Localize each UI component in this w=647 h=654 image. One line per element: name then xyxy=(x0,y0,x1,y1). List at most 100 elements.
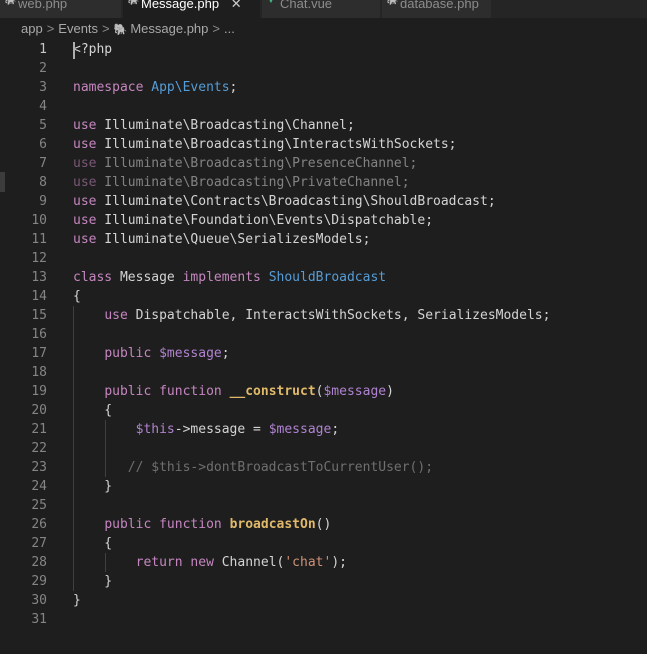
code-line[interactable]: 2 xyxy=(0,59,647,78)
code-line[interactable]: 14 { xyxy=(0,287,647,306)
code-line[interactable]: 30} xyxy=(0,591,647,610)
code-token: ; xyxy=(331,422,340,437)
line-number: 31 xyxy=(31,612,47,627)
tab-web-php[interactable]: 🐘 web.php xyxy=(0,0,122,18)
tab-bar: 🐘 web.php 🐘 Message.php ✕ ▼ Chat.vue 🐘 d… xyxy=(0,0,647,18)
line-number: 13 xyxy=(31,270,47,285)
php-elephant-icon: 🐘 xyxy=(113,24,128,36)
code-token: $message xyxy=(323,384,387,399)
code-token: message xyxy=(190,422,246,437)
line-number: 28 xyxy=(31,555,47,570)
code-line[interactable]: 8 use Illuminate\Broadcasting\PrivateChan… xyxy=(0,173,647,192)
line-number: 16 xyxy=(31,327,47,342)
code-token: new xyxy=(190,555,214,570)
breadcrumb-item-events[interactable]: Events xyxy=(58,18,98,40)
code-text: } xyxy=(73,572,112,591)
code-line[interactable]: 29 } xyxy=(0,572,647,591)
code-token: ); xyxy=(331,555,347,570)
tab-chat-vue[interactable]: ▼ Chat.vue xyxy=(262,0,381,18)
line-number: 18 xyxy=(31,365,47,380)
code-line[interactable]: 22 xyxy=(0,439,647,458)
code-line[interactable]: 4 xyxy=(0,97,647,116)
code-text: return new Channel('chat'); xyxy=(73,553,347,572)
code-token: use xyxy=(73,213,97,228)
code-text: // $this->dontBroadcastToCurrentUser(); xyxy=(73,458,433,477)
line-number: 4 xyxy=(39,99,47,114)
code-line[interactable]: 10 use Illuminate\Foundation\Events\Dispa… xyxy=(0,211,647,230)
code-line[interactable]: 24 } xyxy=(0,477,647,496)
line-number: 23 xyxy=(31,460,47,475)
code-line[interactable]: 7 use Illuminate\Broadcasting\PresenceCha… xyxy=(0,154,647,173)
code-text: use Illuminate\Queue\SerializesModels; xyxy=(73,230,370,249)
code-text: public function broadcastOn() xyxy=(73,515,331,534)
code-line[interactable]: 18 xyxy=(0,363,647,382)
indent-guide xyxy=(105,553,106,572)
code-line[interactable]: 31 xyxy=(0,610,647,629)
code-editor[interactable]: 1 <?php 2 3 namespace App\Events; 4 5 use Illum… xyxy=(0,40,647,654)
code-text: public function __construct($message) xyxy=(73,382,394,401)
breadcrumb-item-app[interactable]: app xyxy=(0,18,43,40)
vue-icon: ▼ xyxy=(266,0,276,6)
tab-message-php[interactable]: 🐘 Message.php ✕ xyxy=(123,0,261,18)
code-line[interactable]: 5 use Illuminate\Broadcasting\Channel; xyxy=(0,116,647,135)
line-number: 20 xyxy=(31,403,47,418)
code-token: $this xyxy=(135,422,175,437)
tab-label: web.php xyxy=(18,0,68,11)
code-line[interactable]: 11 use Illuminate\Queue\SerializesModels; xyxy=(0,230,647,249)
code-line[interactable]: 19 public function __construct($message) xyxy=(0,382,647,401)
code-line[interactable]: 12 xyxy=(0,249,647,268)
code-token: -> xyxy=(174,422,191,437)
code-line[interactable]: 17 public $message; xyxy=(0,344,647,363)
code-line[interactable]: 15 use Dispatchable, InteractsWithSocket… xyxy=(0,306,647,325)
line-number: 24 xyxy=(31,479,47,494)
code-text: { xyxy=(73,287,81,306)
code-line[interactable]: 20 { xyxy=(0,401,647,420)
code-token: Illuminate\Queue\SerializesModels; xyxy=(96,232,371,247)
tab-label: Message.php xyxy=(141,0,220,11)
php-elephant-icon: 🐘 xyxy=(386,0,399,6)
line-number: 12 xyxy=(31,251,47,266)
code-line[interactable]: 21 $this->message = $message; xyxy=(0,420,647,439)
code-token: use xyxy=(73,118,97,133)
breadcrumb-item-file[interactable]: Message.php xyxy=(130,18,208,40)
code-token: use xyxy=(104,308,128,323)
close-icon[interactable]: ✕ xyxy=(231,0,242,11)
code-line[interactable]: 27 { xyxy=(0,534,647,553)
code-token: ; xyxy=(229,80,238,95)
code-line[interactable]: 13 class Message implements ShouldBroadca… xyxy=(0,268,647,287)
code-token: Dispatchable, InteractsWithSockets, Seri… xyxy=(127,308,551,323)
code-line[interactable]: 6 use Illuminate\Broadcasting\InteractsWi… xyxy=(0,135,647,154)
code-line[interactable]: 3 namespace App\Events; xyxy=(0,78,647,97)
code-line[interactable]: 9 use Illuminate\Contracts\Broadcasting\S… xyxy=(0,192,647,211)
code-text: namespace App\Events; xyxy=(73,78,237,97)
breadcrumb-item-more[interactable]: ... xyxy=(224,18,235,40)
code-line[interactable]: 28 return new Channel('chat'); xyxy=(0,553,647,572)
code-token: Illuminate\Contracts\Broadcasting\Should… xyxy=(96,194,496,209)
code-token: implements xyxy=(182,270,261,285)
code-text: use Illuminate\Broadcasting\InteractsWit… xyxy=(73,135,457,154)
tab-database-php[interactable]: 🐘 database.php xyxy=(382,0,492,18)
code-token: Illuminate\Broadcasting\PrivateChannel; xyxy=(96,175,410,190)
code-token: ) xyxy=(386,384,394,399)
line-number: 17 xyxy=(31,346,47,361)
code-token: Message xyxy=(112,270,183,285)
code-token: ShouldBroadcast xyxy=(260,270,387,285)
code-line[interactable]: 1 <?php xyxy=(0,40,647,59)
code-line[interactable]: 23 // $this->dontBroadcastToCurrentUser(… xyxy=(0,458,647,477)
code-token: $message xyxy=(268,422,332,437)
code-token: use xyxy=(73,156,97,171)
code-line[interactable]: 25 xyxy=(0,496,647,515)
code-line[interactable]: 16 xyxy=(0,325,647,344)
code-token: public xyxy=(104,517,152,532)
code-line[interactable]: 26 public function broadcastOn() xyxy=(0,515,647,534)
code-token: ; xyxy=(221,346,230,361)
php-elephant-icon: 🐘 xyxy=(4,0,17,6)
breadcrumb: app > Events > 🐘 Message.php >... xyxy=(0,18,647,40)
line-number: 19 xyxy=(31,384,47,399)
